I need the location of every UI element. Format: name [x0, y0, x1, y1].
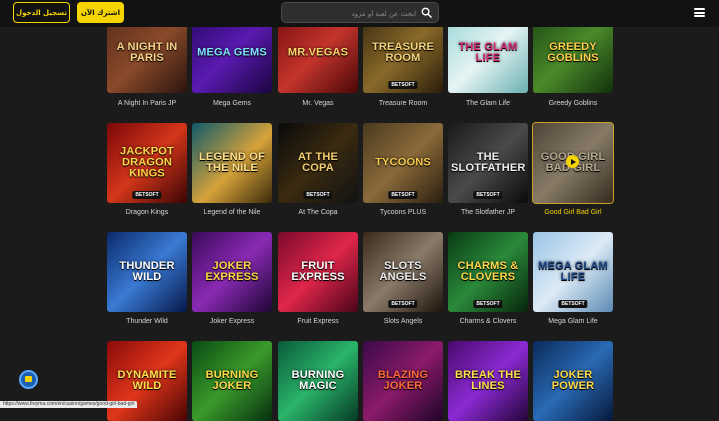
game-tile[interactable]: Fruit Express [278, 232, 358, 312]
game-title[interactable]: Good Girl Bad Girl [518, 209, 628, 216]
hamburger-menu-icon[interactable] [694, 8, 705, 17]
game-tile[interactable]: Thunder Wild [107, 232, 187, 312]
join-now-button[interactable]: اشترك الآن [77, 2, 124, 23]
game-art-title: Legend of the Nile [199, 151, 265, 174]
game-art-title: Break the Lines [455, 369, 521, 392]
game-art-title: DYNAMITE WILD [117, 369, 177, 392]
game-tile[interactable]: SLOTS ANGELS BETSOFT [363, 232, 443, 312]
game-tile[interactable]: Break the Lines [448, 341, 528, 421]
game-tile[interactable]: Joker Express [192, 232, 272, 312]
game-tile[interactable]: THE SLOTFATHER BETSOFT [448, 123, 528, 203]
game-art-title: TREASURE ROOM [371, 41, 435, 64]
game-tile[interactable]: Good Girl Bad Girl [532, 122, 614, 204]
game-tile[interactable]: Burning Joker [192, 341, 272, 421]
game-tile[interactable]: TYCOONS BETSOFT [363, 123, 443, 203]
game-title[interactable]: Greedy Goblins [518, 100, 628, 107]
top-bar: تسجيل الدخول اشترك الآن [0, 0, 719, 27]
game-art-title: Blazing Joker [377, 369, 429, 392]
game-art-title: MEGA GLAM LIFE [538, 260, 608, 283]
game-art-title: Burning Joker [205, 369, 259, 392]
game-tile[interactable]: Burning Magic [278, 341, 358, 421]
game-art-title: SLOTS ANGELS [379, 260, 427, 283]
games-grid: A Night in Paris A Night In Paris JP MEGA … [0, 0, 719, 421]
game-art-title: Fruit Express [291, 260, 345, 283]
game-art-title: Mr.Vegas [287, 46, 349, 59]
play-icon[interactable] [566, 155, 579, 168]
status-url: https://www.freyma.com/en/casino/games/g… [0, 401, 138, 408]
game-title[interactable]: Mega Glam Life [518, 318, 628, 325]
login-button[interactable]: تسجيل الدخول [13, 2, 70, 23]
game-tile[interactable]: At the Copa BETSOFT [278, 123, 358, 203]
game-tile[interactable]: Charms & Clovers BETSOFT [448, 232, 528, 312]
search-input[interactable] [286, 4, 418, 23]
game-art-title: TYCOONS [375, 156, 431, 169]
game-art-title: the Glam LIFE [458, 41, 518, 64]
hover-overlay [533, 123, 613, 203]
game-art-title: Charms & Clovers [457, 260, 519, 283]
search-box[interactable] [281, 2, 439, 23]
provider-badge: BETSOFT [303, 191, 333, 199]
provider-badge: BETSOFT [388, 300, 418, 308]
game-art-title: JACKPOT DRAGON KINGS [120, 145, 174, 180]
game-tile[interactable]: MEGA GLAM LIFE BETSOFT [533, 232, 613, 312]
game-tile[interactable]: JACKPOT DRAGON KINGS BETSOFT [107, 123, 187, 203]
game-art-title: Joker Power [551, 369, 595, 392]
provider-badge: BETSOFT [388, 191, 418, 199]
game-tile[interactable]: Joker Power [533, 341, 613, 421]
game-tile[interactable]: DYNAMITE WILD [107, 341, 187, 421]
chat-support-icon[interactable] [19, 370, 38, 389]
game-art-title: Thunder Wild [119, 260, 175, 283]
game-art-title: Burning Magic [291, 369, 345, 392]
game-art-title: MEGA GEMS [197, 46, 267, 59]
game-tile[interactable]: Legend of the Nile [192, 123, 272, 203]
provider-badge: BETSOFT [132, 191, 162, 199]
provider-badge: BETSOFT [473, 191, 503, 199]
game-art-title: At the Copa [297, 151, 339, 174]
provider-badge: BETSOFT [473, 300, 503, 308]
game-tile[interactable]: Blazing Joker [363, 341, 443, 421]
game-art-title: THE SLOTFATHER [451, 151, 526, 174]
game-art-title: Joker Express [205, 260, 259, 283]
provider-badge: BETSOFT [388, 81, 418, 89]
game-art-title: Greedy Goblins [547, 41, 599, 64]
provider-badge: BETSOFT [558, 300, 588, 308]
game-art-title: A Night in Paris [116, 41, 178, 64]
search-icon[interactable] [421, 7, 432, 18]
